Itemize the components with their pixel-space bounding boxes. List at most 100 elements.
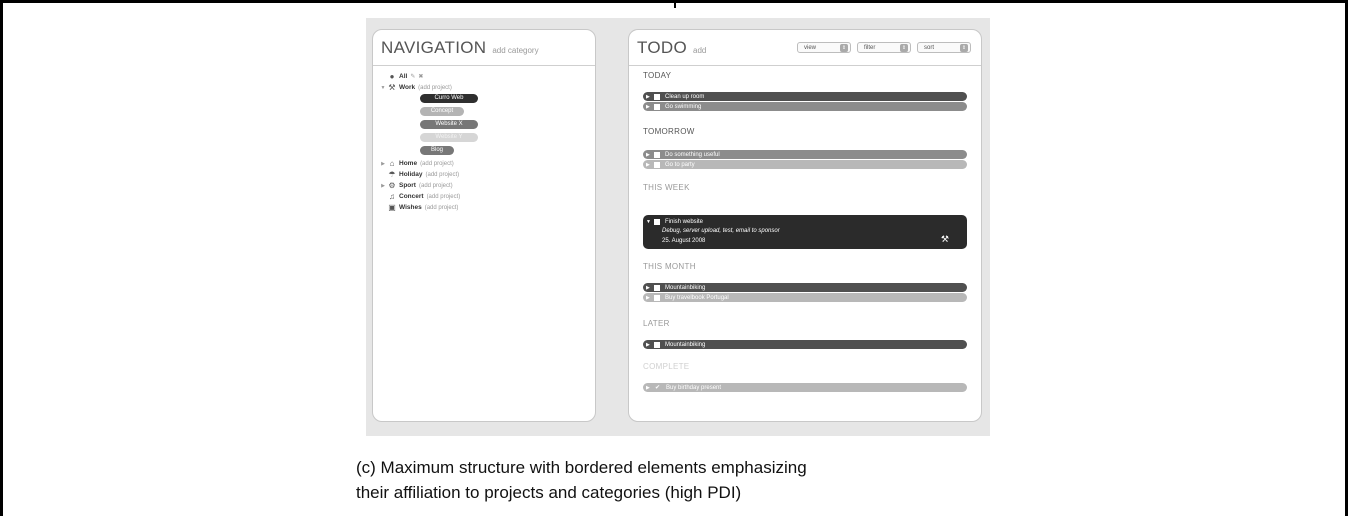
- sort-select[interactable]: sort ⇕: [917, 42, 971, 53]
- todo-controls: view ⇕ filter ⇕ sort ⇕: [797, 42, 971, 53]
- task-title: Mountainbiking: [665, 341, 706, 348]
- task-checkbox[interactable]: [654, 161, 660, 168]
- navigation-header: NAVIGATION add category: [373, 30, 595, 66]
- category-wishes[interactable]: ▣ Wishes (add project): [379, 202, 595, 213]
- add-project-link[interactable]: (add project): [419, 183, 453, 189]
- add-project-link[interactable]: (add project): [420, 161, 454, 167]
- task-checkbox[interactable]: [654, 218, 660, 225]
- edit-icon[interactable]: ✎: [410, 73, 415, 80]
- tools-icon: ⚒: [388, 83, 396, 92]
- todo-panel: TODO add view ⇕ filter ⇕ sort ⇕ TODAY ▶: [628, 29, 982, 422]
- updown-arrow-icon: ⇕: [840, 43, 848, 52]
- view-select-label: view: [804, 44, 817, 51]
- section-later: LATER: [643, 319, 670, 328]
- task-expanded[interactable]: ▼ Finish website Debug, server upload, t…: [643, 215, 967, 249]
- task-row[interactable]: ▶ Do something useful: [643, 150, 967, 159]
- collapsed-triangle-icon[interactable]: ▶: [379, 183, 387, 189]
- section-this-week: THIS WEEK: [643, 183, 690, 192]
- gift-icon: ▣: [388, 203, 396, 212]
- task-row[interactable]: ▶ ✔ Buy birthday present: [643, 383, 967, 392]
- category-concert[interactable]: ♫ Concert (add project): [379, 191, 595, 202]
- task-due-date: 25. August 2008: [662, 238, 706, 244]
- project-website-x[interactable]: Website X: [420, 120, 478, 129]
- task-checkbox[interactable]: [654, 294, 660, 301]
- task-checkbox[interactable]: [654, 93, 660, 100]
- category-home-label: Home: [399, 160, 418, 167]
- task-row[interactable]: ▶ Mountainbiking: [643, 340, 967, 349]
- caption-line-2: their affiliation to projects and catego…: [356, 483, 742, 502]
- category-sport[interactable]: ▶ ⚙ Sport (add project): [379, 180, 595, 191]
- task-row[interactable]: ▶ Go to party: [643, 160, 967, 169]
- project-curro-web[interactable]: Curro Web: [420, 94, 478, 103]
- todo-header: TODO add view ⇕ filter ⇕ sort ⇕: [629, 30, 981, 66]
- section-this-month: THIS MONTH: [643, 262, 696, 271]
- add-project-link[interactable]: (add project): [418, 85, 452, 91]
- task-title: Buy birthday present: [666, 384, 722, 391]
- section-tomorrow: TOMORROW: [643, 127, 695, 136]
- expand-play-icon[interactable]: ▶: [646, 385, 652, 391]
- add-project-link[interactable]: (add project): [425, 172, 459, 178]
- caption-line-1: (c) Maximum structure with bordered elem…: [356, 458, 807, 477]
- umbrella-icon: ☂: [388, 170, 396, 179]
- expand-play-icon[interactable]: ▶: [646, 162, 652, 168]
- task-checkbox[interactable]: [654, 341, 660, 348]
- section-today: TODAY: [643, 71, 672, 80]
- task-row[interactable]: ▶ Buy travelbook Portugal: [643, 293, 967, 302]
- todo-title: TODO: [637, 37, 688, 57]
- navigation-panel: NAVIGATION add category ● All ✎ ✖ ▼ ⚒ Wo…: [372, 29, 596, 422]
- expand-play-icon[interactable]: ▶: [646, 295, 652, 301]
- task-description: Debug, server upload, test, email to spo…: [662, 228, 780, 234]
- updown-arrow-icon: ⇕: [900, 43, 908, 52]
- expand-play-icon[interactable]: ▶: [646, 342, 652, 348]
- category-tree: ● All ✎ ✖ ▼ ⚒ Work (add project) Curro W…: [373, 66, 595, 213]
- category-work-label: Work: [399, 84, 416, 91]
- task-title: Clean up room: [665, 93, 705, 100]
- bicycle-icon: ⚙: [388, 181, 396, 190]
- task-checkbox[interactable]: [654, 103, 660, 110]
- add-todo-link[interactable]: add: [693, 46, 706, 55]
- project-concept[interactable]: Concept: [420, 107, 464, 116]
- project-blog[interactable]: Blog: [420, 146, 454, 155]
- project-website-y[interactable]: Website Y: [420, 133, 478, 142]
- view-select[interactable]: view ⇕: [797, 42, 851, 53]
- task-title: Finish website: [665, 218, 704, 225]
- headphones-icon: ♫: [389, 192, 395, 201]
- delete-icon[interactable]: ✖: [418, 73, 423, 80]
- collapsed-triangle-icon[interactable]: ▶: [379, 161, 387, 167]
- updown-arrow-icon: ⇕: [960, 43, 968, 52]
- category-holiday[interactable]: ☂ Holiday (add project): [379, 169, 595, 180]
- task-row[interactable]: ▶ Clean up room: [643, 92, 967, 101]
- checkmark-icon[interactable]: ✔: [654, 385, 661, 391]
- add-project-link[interactable]: (add project): [425, 205, 459, 211]
- filter-select-label: filter: [864, 44, 876, 51]
- navigation-title: NAVIGATION: [381, 37, 487, 57]
- filter-select[interactable]: filter ⇕: [857, 42, 911, 53]
- app-screenshot: NAVIGATION add category ● All ✎ ✖ ▼ ⚒ Wo…: [366, 18, 990, 436]
- add-category-link[interactable]: add category: [492, 46, 538, 55]
- category-wishes-label: Wishes: [399, 204, 422, 211]
- figure-caption: (c) Maximum structure with bordered elem…: [356, 455, 996, 505]
- task-title: Do something useful: [665, 151, 720, 158]
- task-title: Go to party: [665, 161, 695, 168]
- expand-play-icon[interactable]: ▶: [646, 152, 652, 158]
- add-project-link[interactable]: (add project): [427, 194, 461, 200]
- house-icon: ⌂: [389, 159, 395, 168]
- sort-select-label: sort: [924, 44, 935, 51]
- expanded-triangle-icon[interactable]: ▼: [379, 85, 387, 91]
- expand-play-icon[interactable]: ▶: [646, 285, 652, 291]
- task-title: Mountainbiking: [665, 284, 706, 291]
- category-all-label: All: [399, 73, 408, 80]
- circle-icon: ●: [389, 72, 395, 81]
- expand-play-icon[interactable]: ▶: [646, 104, 652, 110]
- section-complete: COMPLETE: [643, 362, 690, 371]
- category-concert-label: Concert: [399, 193, 424, 200]
- task-checkbox[interactable]: [654, 151, 660, 158]
- category-work[interactable]: ▼ ⚒ Work (add project): [379, 82, 595, 93]
- task-checkbox[interactable]: [654, 284, 660, 291]
- category-all[interactable]: ● All ✎ ✖: [379, 71, 595, 82]
- expand-play-icon[interactable]: ▶: [646, 94, 652, 100]
- task-row[interactable]: ▶ Mountainbiking: [643, 283, 967, 292]
- collapse-triangle-icon[interactable]: ▼: [646, 219, 652, 225]
- task-row[interactable]: ▶ Go swimming: [643, 102, 967, 111]
- category-home[interactable]: ▶ ⌂ Home (add project): [379, 158, 595, 169]
